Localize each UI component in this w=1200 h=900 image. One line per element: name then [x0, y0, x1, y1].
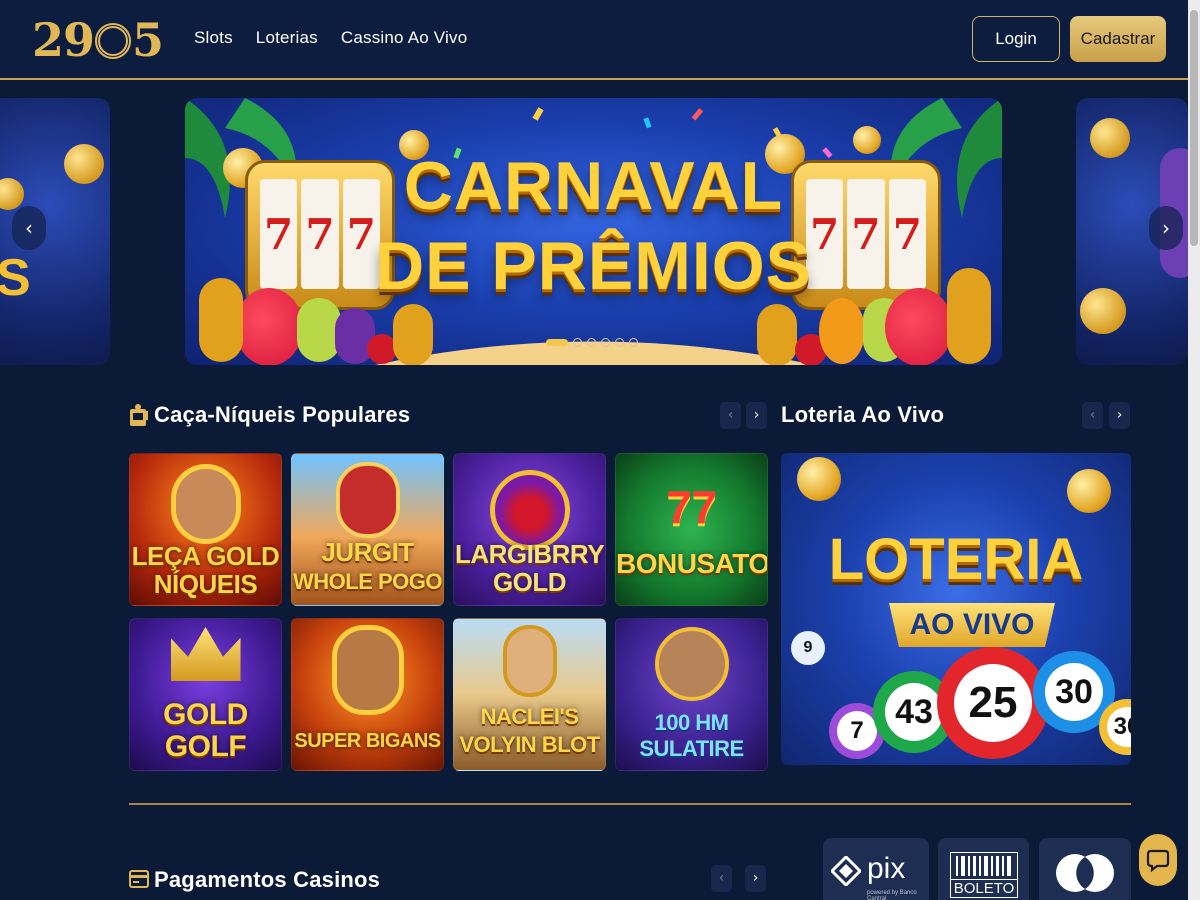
game-character-art [331, 625, 404, 715]
game-title-line2: WHOLE POGO [293, 569, 443, 594]
lottery-ball: 9 [791, 631, 825, 665]
cherry-art [489, 470, 570, 550]
game-card[interactable]: JURGIT WHOLE POGO [291, 453, 444, 606]
ball-number: 30 [1045, 663, 1103, 721]
logo-ring-icon [95, 23, 132, 59]
payment-method-boleto[interactable]: BOLETO [938, 838, 1029, 900]
pix-tagline: powered by Banco Central [867, 890, 917, 900]
hero-banner-carnaval[interactable]: 7 7 7 7 7 7 CARNAVAL DE PRÊMIOS [185, 98, 1002, 365]
game-card[interactable]: LEÇA GOLD NÍQUEIS [129, 453, 282, 606]
nav-link-live-casino[interactable]: Cassino Ao Vivo [341, 28, 467, 48]
payments-prev-button[interactable]: ‹ [711, 865, 732, 892]
pagination-dot-active[interactable] [546, 339, 568, 346]
game-character-art [502, 625, 557, 697]
popular-next-button[interactable]: › [746, 402, 767, 429]
popular-slots-title: Caça-Níqueis Populares [154, 402, 411, 427]
hero-title-line1: CARNAVAL [403, 148, 784, 224]
chat-bubble-icon [1146, 849, 1170, 873]
lottery-next-button[interactable]: › [1109, 402, 1130, 429]
game-title-line1: GOLD [163, 698, 248, 731]
logo-text-right: 5 [132, 13, 164, 67]
scrollbar-thumb[interactable] [1190, 10, 1198, 246]
pineapple-decoration [393, 304, 433, 365]
coin-decoration [1067, 469, 1111, 513]
pix-label: pix [867, 852, 906, 885]
nav-link-loterias[interactable]: Loterias [256, 28, 318, 48]
crown-art [170, 627, 241, 681]
lottery-prev-button[interactable]: ‹ [1082, 402, 1103, 429]
nav-link-slots[interactable]: Slots [194, 28, 233, 48]
ball-number: 30 [1107, 707, 1131, 747]
game-title-line2: BONUSATO [616, 548, 768, 579]
boleto-label: BOLETO [950, 880, 1018, 898]
pagination-dot[interactable] [601, 338, 610, 347]
hero-pagination [546, 338, 638, 347]
ball-number: 7 [837, 711, 877, 751]
game-character-art [335, 462, 400, 538]
coin-decoration [1080, 288, 1126, 334]
game-title-line1: SUPER BIGANS [294, 730, 441, 752]
mastercard-icon [1056, 854, 1114, 892]
register-button[interactable]: Cadastrar [1070, 16, 1166, 62]
game-title-line1: 77 [666, 481, 717, 533]
hero-prev-button[interactable]: ‹ [12, 206, 46, 250]
lottery-banner-title: LOTERIA [828, 527, 1084, 592]
section-divider [129, 803, 1131, 805]
game-title-line1: 100 HM [654, 710, 729, 735]
pagination-dot[interactable] [615, 338, 624, 347]
barcode-icon [950, 852, 1018, 880]
payment-method-mastercard[interactable] [1039, 838, 1131, 900]
site-logo[interactable]: 29 5 [32, 13, 164, 67]
pineapple-decoration [757, 304, 797, 365]
lottery-section-title: Loteria Ao Vivo [781, 402, 945, 427]
hero-next-button[interactable]: › [1149, 206, 1183, 250]
lottery-banner-subtitle: AO VIVO [889, 603, 1055, 647]
game-title-line2: GOLD [492, 567, 567, 597]
pix-icon [831, 856, 861, 886]
slot-machine-icon [130, 404, 148, 426]
ball-number: 25 [954, 664, 1032, 742]
page-scrollbar[interactable] [1188, 0, 1200, 900]
pagination-dot[interactable] [573, 338, 582, 347]
coin-decoration [64, 144, 104, 184]
login-button[interactable]: Login [972, 16, 1060, 62]
game-title-line1: JURGIT [321, 537, 414, 567]
hero-title-line2: DE PRÊMIOS [375, 228, 812, 304]
chat-button[interactable] [1139, 834, 1177, 886]
game-card[interactable]: 77 BONUSATO [615, 453, 768, 606]
game-title-line1: NACLEI'S [480, 704, 579, 729]
logo-text-left: 29 [32, 13, 95, 67]
top-header: 29 5 Slots Loterias Cassino Ao Vivo Logi… [0, 0, 1188, 80]
coin-decoration [797, 457, 841, 501]
game-card[interactable]: LARGIBRRY GOLD [453, 453, 606, 606]
lottery-live-banner[interactable]: LOTERIA AO VIVO 9 7 43 25 30 30 [781, 453, 1131, 765]
game-title-line2: GOLF [164, 730, 247, 763]
hero-side-text: S [0, 249, 31, 307]
game-title-line2: SULATIRE [639, 736, 744, 761]
payment-method-pix[interactable]: pix powered by Banco Central [823, 838, 929, 900]
payments-next-button[interactable]: › [745, 865, 766, 892]
card-icon [129, 870, 149, 888]
game-character-art [170, 464, 241, 544]
pagination-dot[interactable] [629, 338, 638, 347]
game-title-line1: LARGIBRRY [454, 539, 605, 569]
coin-decoration [1090, 118, 1130, 158]
game-card[interactable]: 100 HM SULATIRE [615, 618, 768, 771]
pagination-dot[interactable] [587, 338, 596, 347]
game-title-line2: NÍQUEIS [153, 569, 258, 599]
payments-section-title: Pagamentos Casinos [154, 867, 381, 892]
popular-prev-button[interactable]: ‹ [720, 402, 741, 429]
game-card[interactable]: GOLD GOLF [129, 618, 282, 771]
lottery-ball: 25 [937, 647, 1049, 759]
orange-decoration [819, 298, 865, 364]
game-card[interactable]: NACLEI'S VOLYIN BLOT [453, 618, 606, 771]
main-nav: Slots Loterias Cassino Ao Vivo [194, 28, 467, 48]
ball-number: 43 [885, 683, 943, 741]
game-character-art [654, 627, 729, 701]
game-title-line2: VOLYIN BLOT [459, 732, 600, 757]
game-title-line1: LEÇA GOLD [131, 541, 280, 571]
coin-decoration [0, 178, 24, 210]
game-card[interactable]: SUPER BIGANS [291, 618, 444, 771]
